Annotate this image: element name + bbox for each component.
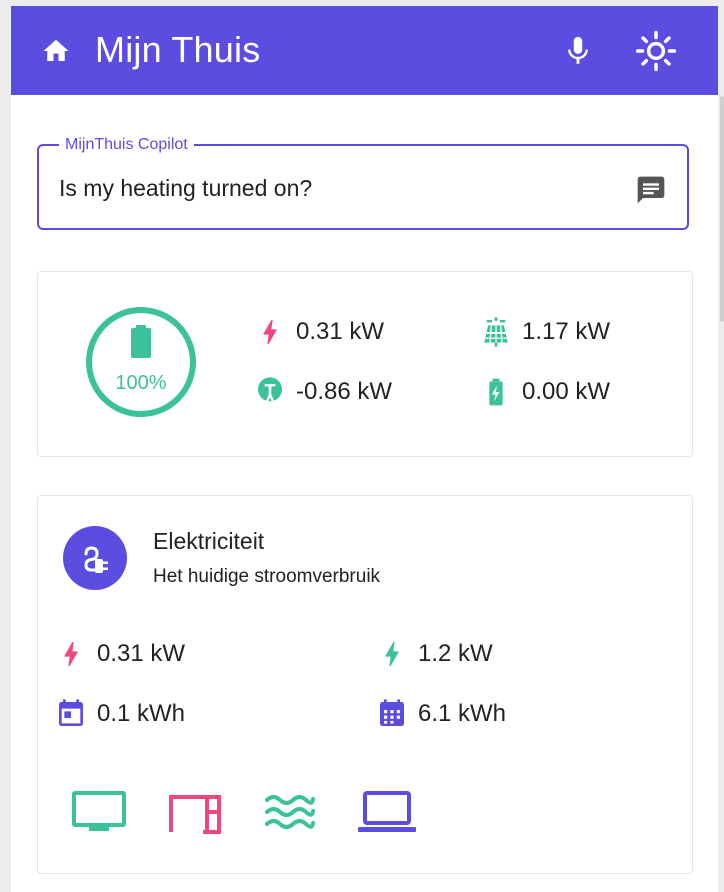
month-energy-stat: 6.1 kWh (376, 698, 506, 730)
app-bar: Mijn Thuis (11, 6, 718, 95)
today-energy-value: 0.1 kWh (97, 700, 186, 727)
home-icon[interactable] (39, 36, 73, 66)
solar-stat: 1.17 kW (480, 316, 610, 348)
peak-usage-value: 1.2 kW (418, 640, 493, 667)
microphone-icon[interactable] (561, 31, 595, 71)
lightning-icon (64, 642, 78, 666)
lightning-icon (263, 320, 277, 344)
window-left-edge (0, 0, 11, 892)
scrollbar-thumb[interactable] (720, 96, 724, 322)
grid-stat: -0.86 kW (254, 376, 392, 408)
solar-value: 1.17 kW (522, 318, 611, 345)
battery-charging-icon (489, 378, 503, 406)
copilot-field[interactable]: MijnThuis Copilot (37, 136, 689, 230)
current-usage-stat: 0.31 kW (55, 638, 185, 670)
energy-overview-card: 100% 0.31 kW 1.17 kW -0.86 kW 0.00 kW (37, 271, 693, 457)
battery-power-stat: 0.00 kW (480, 376, 610, 408)
copilot-label: MijnThuis Copilot (59, 136, 194, 154)
solar-panel-icon (484, 317, 508, 347)
battery-ring: 100% (85, 306, 197, 418)
electricity-avatar (63, 526, 127, 590)
dishwasher-icon[interactable] (168, 790, 222, 834)
calendar-month-icon (380, 699, 404, 726)
electricity-subtitle: Het huidige stroomverbruik (153, 566, 381, 587)
battery-ring-graphic (86, 307, 196, 417)
consumption-value: 0.31 kW (296, 318, 385, 345)
battery-percentage: 100% (115, 372, 167, 394)
message-icon[interactable] (635, 174, 667, 206)
tv-icon[interactable] (71, 790, 127, 834)
current-usage-value: 0.31 kW (97, 640, 186, 667)
peak-usage-stat: 1.2 kW (376, 638, 493, 670)
app-title: Mijn Thuis (95, 29, 261, 70)
laptop-icon[interactable] (357, 790, 417, 834)
consumption-stat: 0.31 kW (254, 316, 384, 348)
copilot-input[interactable] (59, 168, 619, 208)
grid-value: -0.86 kW (296, 378, 393, 405)
month-energy-value: 6.1 kWh (418, 700, 507, 727)
heating-icon[interactable] (264, 790, 316, 834)
transmission-tower-icon (258, 377, 282, 402)
electricity-title: Elektriciteit (153, 528, 265, 554)
electricity-card[interactable]: Elektriciteit Het huidige stroomverbruik… (37, 495, 693, 874)
battery-power-value: 0.00 kW (522, 378, 611, 405)
today-energy-stat: 0.1 kWh (55, 698, 185, 730)
lightning-icon (385, 642, 399, 666)
calendar-today-icon (59, 699, 83, 726)
brightness-icon[interactable] (635, 30, 677, 72)
power-plug-icon (84, 546, 108, 573)
battery-icon (131, 325, 151, 358)
